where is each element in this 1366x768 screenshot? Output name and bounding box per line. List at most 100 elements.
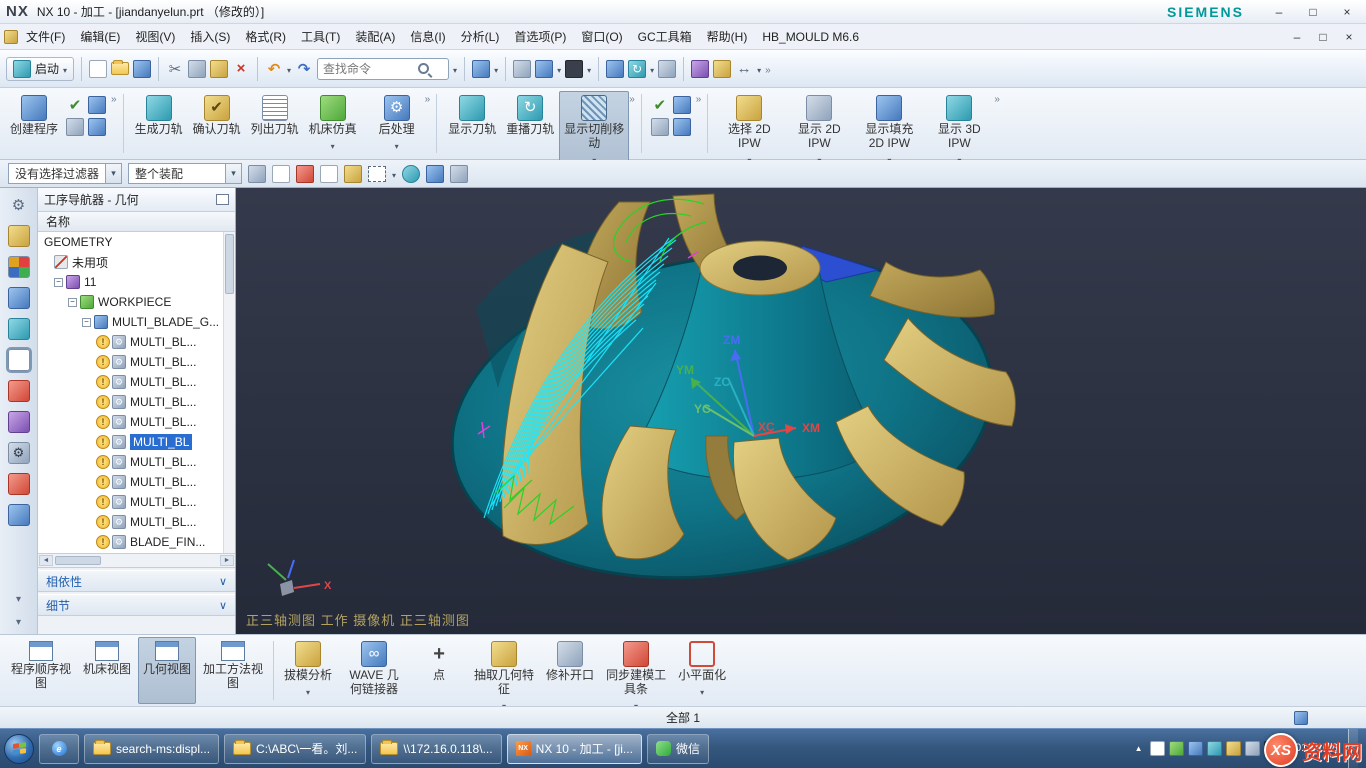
tree-row-blade-finish[interactable]: ! ⚙ BLADE_FIN... xyxy=(38,532,235,552)
tree-row-workpiece[interactable]: WORKPIECE xyxy=(38,292,235,312)
shaded-ball-icon[interactable] xyxy=(402,165,420,183)
shaded-dropdown-arrow[interactable] xyxy=(557,62,561,76)
roles-gear-icon[interactable]: ⚙ xyxy=(8,194,30,216)
menu-analysis[interactable]: 分析(L) xyxy=(454,25,507,48)
history-icon[interactable] xyxy=(8,318,30,340)
tree-row-operation-selected[interactable]: ! ⚙ MULTI_BL xyxy=(38,432,235,452)
menu-format[interactable]: 格式(R) xyxy=(238,25,293,48)
tree-row-multi-blade-geom[interactable]: MULTI_BLADE_G... xyxy=(38,312,235,332)
selection-filter-arrow[interactable] xyxy=(105,164,121,183)
tree-horizontal-scrollbar[interactable]: ◄ ► xyxy=(38,554,235,568)
restore-button[interactable]: □ xyxy=(1300,3,1326,21)
toolbar-overflow-chevron[interactable] xyxy=(765,62,771,76)
search-dropdown-arrow[interactable] xyxy=(453,62,457,76)
menu-preferences[interactable]: 首选项(P) xyxy=(507,25,573,48)
resource-bar-chevron-1[interactable] xyxy=(16,591,21,605)
machine-tool-navigator-icon[interactable] xyxy=(8,380,30,402)
extract-geometry-button[interactable]: 抽取几何特征 xyxy=(469,637,539,704)
menu-insert[interactable]: 插入(S) xyxy=(183,25,237,48)
search-icon[interactable] xyxy=(418,63,429,74)
dependencies-section-header[interactable]: 相依性 xyxy=(38,570,235,592)
tree-row-operation[interactable]: ! ⚙ MULTI_BL... xyxy=(38,332,235,352)
panel-window-icon[interactable] xyxy=(216,194,229,205)
menu-hb-mould[interactable]: HB_MOULD M6.6 xyxy=(755,27,866,47)
copy-icon[interactable] xyxy=(188,60,206,78)
tree-vertical-scrollbar[interactable] xyxy=(223,232,235,553)
tree-row-operation[interactable]: ! ⚙ MULTI_BL... xyxy=(38,492,235,512)
close-button[interactable]: × xyxy=(1334,3,1360,21)
collapse-expander[interactable] xyxy=(68,298,77,307)
scroll-right-arrow[interactable]: ► xyxy=(220,555,234,566)
collapse-expander[interactable] xyxy=(82,318,91,327)
machine-simulation-button[interactable]: 机床仿真 xyxy=(304,91,362,157)
menu-information[interactable]: 信息(I) xyxy=(403,25,452,48)
ime-keyboard-icon[interactable] xyxy=(1150,741,1165,756)
window-layout-icon[interactable] xyxy=(472,60,490,78)
hub-bore[interactable] xyxy=(733,256,787,281)
volume-icon[interactable] xyxy=(1245,741,1260,756)
hidden-icons-chevron[interactable]: ▲ xyxy=(1131,741,1146,756)
measure-icon[interactable]: ↔ xyxy=(735,60,753,78)
security-shield-icon[interactable] xyxy=(1207,741,1222,756)
wave-geometry-linker-button[interactable]: ∞ WAVE 几何链接器 xyxy=(339,637,409,704)
postprocess-button[interactable]: ⚙ 后处理 xyxy=(369,91,425,157)
postprocess-dropdown[interactable] xyxy=(395,139,399,153)
render-style-icon[interactable] xyxy=(691,60,709,78)
toolpath-report-icon[interactable] xyxy=(673,96,691,114)
menu-assemblies[interactable]: 装配(A) xyxy=(348,25,402,48)
tree-row-unused[interactable]: 未用项 xyxy=(38,252,235,272)
toolpath-transform-icon[interactable] xyxy=(673,118,691,136)
status-tray-icon[interactable] xyxy=(1294,711,1308,725)
menu-tools[interactable]: 工具(T) xyxy=(294,25,347,48)
antivirus-icon[interactable] xyxy=(1169,741,1184,756)
save-icon[interactable] xyxy=(133,60,151,78)
display-mode-icon[interactable] xyxy=(565,60,583,78)
taskbar-wechat-button[interactable]: 微信 xyxy=(647,734,709,764)
selection-scope-arrow[interactable] xyxy=(225,164,241,183)
create-geometry-icon[interactable] xyxy=(88,96,106,114)
part-navigator-icon[interactable] xyxy=(8,256,30,278)
snap-endpoint-icon[interactable] xyxy=(272,165,290,183)
create-tool-icon[interactable]: ✔ xyxy=(66,96,84,114)
show-3d-ipw-button[interactable]: 显示 3D IPW xyxy=(924,91,994,170)
geometry-view-button[interactable]: 几何视图 xyxy=(138,637,196,704)
menu-gc-toolbox[interactable]: GC工具箱 xyxy=(631,25,699,48)
tree-row-mcs[interactable]: 11 xyxy=(38,272,235,292)
draft-analysis-button[interactable]: 拔模分析 xyxy=(279,637,337,704)
machine-simulation-dropdown[interactable] xyxy=(331,139,335,153)
tree-row-operation[interactable]: ! ⚙ MULTI_BL... xyxy=(38,372,235,392)
navigator-column-header[interactable]: 名称 xyxy=(38,212,235,232)
tree-row-operation[interactable]: ! ⚙ MULTI_BL... xyxy=(38,452,235,472)
command-finder-input[interactable] xyxy=(323,62,415,76)
details-section-header[interactable]: 细节 xyxy=(38,594,235,616)
redo-icon[interactable]: ↷ xyxy=(295,60,313,78)
details-chevron-icon[interactable] xyxy=(219,598,227,612)
interpart-link-icon[interactable] xyxy=(248,165,266,183)
create-method-icon[interactable] xyxy=(66,118,84,136)
doc-minimize-button[interactable]: – xyxy=(1284,28,1310,46)
scrollbar-thumb[interactable] xyxy=(225,234,234,294)
update-flag-icon[interactable] xyxy=(1226,741,1241,756)
paste-icon[interactable] xyxy=(210,60,228,78)
create-operation-icon[interactable] xyxy=(88,118,106,136)
doc-restore-button[interactable]: □ xyxy=(1310,28,1336,46)
draft-analysis-dropdown[interactable] xyxy=(306,685,310,699)
program-order-view-button[interactable]: 程序顺序视图 xyxy=(6,637,76,704)
tree-row-geometry[interactable]: GEOMETRY xyxy=(38,232,235,252)
internet-explorer-button[interactable]: e xyxy=(39,734,79,764)
fit-view-icon[interactable] xyxy=(658,60,676,78)
rectangle-select-icon[interactable] xyxy=(368,166,386,182)
open-file-icon[interactable] xyxy=(111,62,129,75)
new-file-icon[interactable] xyxy=(89,60,107,78)
create-program-button[interactable]: 创建程序 xyxy=(5,91,63,141)
select-2d-ipw-button[interactable]: 选择 2D IPW xyxy=(714,91,784,170)
tree-row-operation[interactable]: ! ⚙ MULTI_BL... xyxy=(38,392,235,412)
taskbar-folder-button-2[interactable]: C:\ABC\一看。刘... xyxy=(224,734,366,764)
assembly-navigator-icon[interactable] xyxy=(8,225,30,247)
machining-method-view-button[interactable]: 加工方法视图 xyxy=(198,637,268,704)
process-studio-icon[interactable] xyxy=(8,411,30,433)
pan-view-icon[interactable] xyxy=(606,60,624,78)
menu-window[interactable]: 窗口(O) xyxy=(574,25,629,48)
minimize-button[interactable]: – xyxy=(1266,3,1292,21)
snap-intersection-icon[interactable] xyxy=(320,165,338,183)
